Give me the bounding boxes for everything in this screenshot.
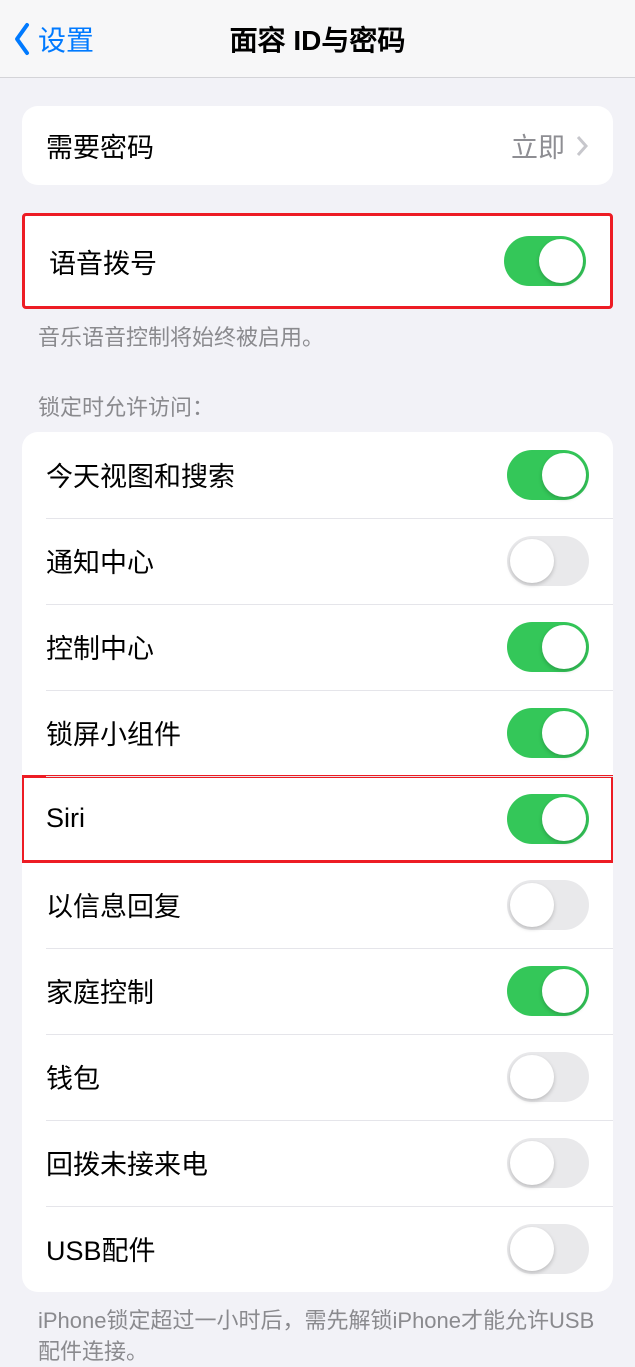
lock-access-label: 钱包 [46,1057,100,1096]
lock-access-row: 钱包 [22,1034,613,1120]
voice-dial-label: 语音拨号 [49,242,157,281]
chevron-left-icon [12,22,32,56]
chevron-right-icon [575,134,589,158]
lock-access-toggle[interactable] [507,1224,589,1274]
voice-dial-toggle[interactable] [504,236,586,286]
lock-access-label: 家庭控制 [46,971,154,1010]
lock-access-label: Siri [46,803,85,834]
require-passcode-value: 立即 [511,126,589,165]
lock-access-row: 控制中心 [22,604,613,690]
lock-access-footer: iPhone锁定超过一小时后，需先解锁iPhone才能允许USB 配件连接。 [0,1292,635,1367]
navigation-bar: 设置 面容 ID与密码 [0,0,635,78]
require-passcode-group: 需要密码 立即 [22,106,613,185]
lock-access-label: USB配件 [46,1229,156,1268]
lock-access-row: 家庭控制 [22,948,613,1034]
lock-access-toggle[interactable] [507,708,589,758]
lock-access-row: 通知中心 [22,518,613,604]
voice-dial-footer: 音乐语音控制将始终被启用。 [0,309,635,354]
lock-access-row: 以信息回复 [22,862,613,948]
lock-access-toggle[interactable] [507,794,589,844]
require-passcode-value-text: 立即 [511,126,565,165]
voice-dial-row: 语音拨号 [25,216,610,306]
lock-access-row: 回拨未接来电 [22,1120,613,1206]
lock-access-label: 通知中心 [46,541,154,580]
require-passcode-row[interactable]: 需要密码 立即 [22,106,613,185]
lock-access-label: 锁屏小组件 [46,713,181,752]
lock-access-toggle[interactable] [507,622,589,672]
lock-access-group: 今天视图和搜索通知中心控制中心锁屏小组件 Siri 以信息回复家庭控制钱包回拨未接来… [22,432,613,1292]
back-button[interactable]: 设置 [0,19,94,59]
back-label: 设置 [38,19,94,59]
lock-access-label: 今天视图和搜索 [46,455,235,494]
lock-access-row: 锁屏小组件 [22,690,613,776]
lock-access-toggle[interactable] [507,966,589,1016]
lock-access-label: 控制中心 [46,627,154,666]
lock-access-row: Siri [22,776,613,862]
lock-access-toggle[interactable] [507,1052,589,1102]
lock-access-row: USB配件 [22,1206,613,1292]
lock-access-header: 锁定时允许访问： [0,354,635,432]
page-title: 面容 ID与密码 [0,19,635,59]
lock-access-toggle[interactable] [507,880,589,930]
lock-access-label: 以信息回复 [46,885,181,924]
lock-access-toggle[interactable] [507,450,589,500]
require-passcode-label: 需要密码 [46,126,154,165]
lock-access-toggle[interactable] [507,1138,589,1188]
lock-access-label: 回拨未接来电 [46,1143,208,1182]
lock-access-row: 今天视图和搜索 [22,432,613,518]
voice-dial-group: 语音拨号 [22,213,613,309]
lock-access-toggle[interactable] [507,536,589,586]
